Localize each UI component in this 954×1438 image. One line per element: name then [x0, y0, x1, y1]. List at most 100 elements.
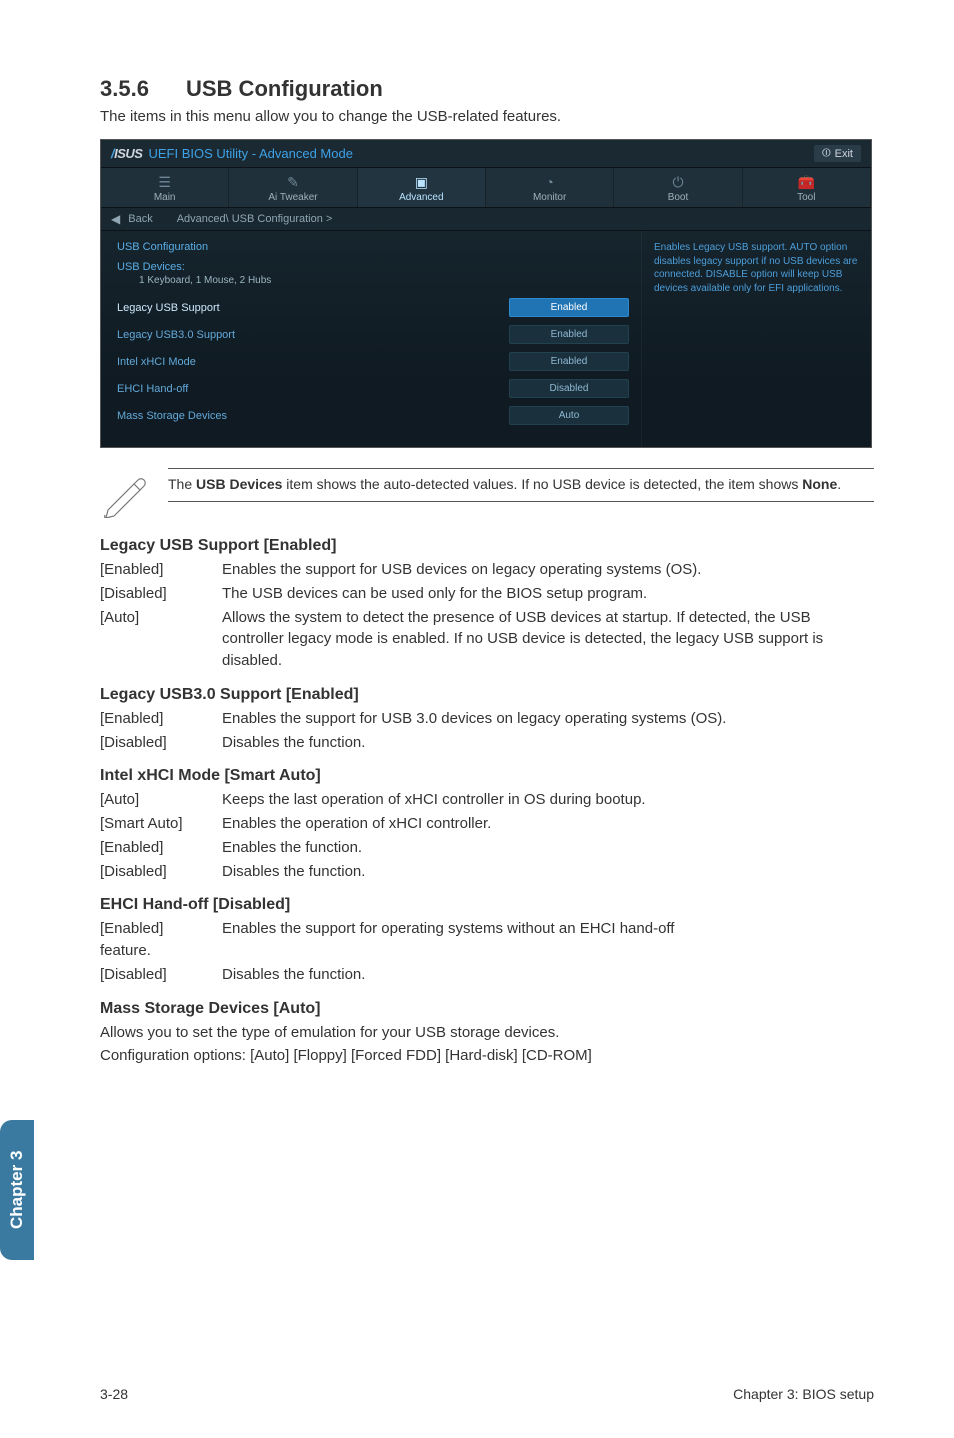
defs-legacy-usb: [Enabled]Enables the support for USB dev… [100, 559, 874, 672]
note-text: The USB Devices item shows the auto-dete… [168, 468, 874, 502]
exit-icon: ⏼ [822, 147, 831, 160]
page-footer: 3-28 Chapter 3: BIOS setup [100, 1386, 874, 1402]
section-intro: The items in this menu allow you to chan… [100, 108, 874, 125]
opt-mass-storage-value[interactable]: Auto [509, 406, 629, 425]
note-mid: item shows the auto-detected values. If … [282, 476, 802, 492]
def-desc: Enables the support for USB 3.0 devices … [222, 708, 874, 730]
def-term: [Enabled] [100, 559, 222, 581]
def-term: [Smart Auto] [100, 813, 222, 835]
bios-screenshot: /ISUS UEFI BIOS Utility - Advanced Mode … [100, 139, 872, 448]
sub-heading-mass-storage: Mass Storage Devices [Auto] [100, 1000, 874, 1018]
tool-icon: 🧰 [743, 174, 870, 192]
sub-heading-ehci: EHCI Hand-off [Disabled] [100, 896, 874, 914]
def-desc: Enables the support for USB devices on l… [222, 559, 874, 581]
note-post: . [837, 476, 841, 492]
defs-legacy-usb3: [Enabled]Enables the support for USB 3.0… [100, 708, 874, 754]
section-heading: 3.5.6USB Configuration [100, 76, 874, 102]
defs-xhci: [Auto]Keeps the last operation of xHCI c… [100, 789, 874, 882]
opt-legacy-usb3-support[interactable]: Legacy USB3.0 Support Enabled [117, 323, 629, 346]
opt-ehci-label: EHCI Hand-off [117, 383, 188, 395]
defs-ehci: [Enabled]feature. Enables the support fo… [100, 918, 874, 985]
tab-tool-label: Tool [797, 192, 815, 203]
opt-xhci-mode[interactable]: Intel xHCI Mode Enabled [117, 350, 629, 373]
opt-legacy-usb-value[interactable]: Enabled [509, 298, 629, 317]
usb-devices-value: 1 Keyboard, 1 Mouse, 2 Hubs [139, 275, 629, 286]
chip-icon: ▣ [358, 174, 485, 192]
breadcrumb-back[interactable]: Back [128, 213, 152, 225]
bios-help-text: Enables Legacy USB support. AUTO option … [654, 242, 857, 294]
opt-mass-storage[interactable]: Mass Storage Devices Auto [117, 404, 629, 427]
pencil-note-icon [100, 468, 150, 523]
note-block: The USB Devices item shows the auto-dete… [100, 468, 874, 523]
tab-main[interactable]: ☰Main [101, 168, 229, 207]
bios-settings-panel: USB Configuration USB Devices: 1 Keyboar… [101, 231, 641, 447]
sub-heading-legacy-usb3: Legacy USB3.0 Support [Enabled] [100, 686, 874, 704]
opt-legacy-usb-support[interactable]: Legacy USB Support Enabled [117, 296, 629, 319]
note-bold1: USB Devices [196, 476, 282, 492]
def-desc: Disables the function. [222, 964, 874, 986]
tab-tool[interactable]: 🧰Tool [743, 168, 871, 207]
opt-mass-storage-label: Mass Storage Devices [117, 410, 227, 422]
bios-title-text: UEFI BIOS Utility - Advanced Mode [148, 146, 352, 161]
breadcrumb: ◀ Back Advanced\ USB Configuration > [101, 208, 871, 231]
mass-storage-body2: Configuration options: [Auto] [Floppy] [… [100, 1045, 874, 1067]
def-desc: Enables the support for operating system… [222, 918, 874, 962]
mass-storage-body1: Allows you to set the type of emulation … [100, 1022, 874, 1044]
tab-monitor-label: Monitor [533, 192, 566, 203]
opt-legacy-usb3-label: Legacy USB3.0 Support [117, 329, 235, 341]
side-tab-chapter: Chapter 3 [0, 1120, 34, 1260]
def-term: [Disabled] [100, 732, 222, 754]
def-desc: Disables the function. [222, 732, 874, 754]
footer-page-number: 3-28 [100, 1386, 128, 1402]
def-term: [Enabled] [100, 708, 222, 730]
sub-heading-legacy-usb: Legacy USB Support [Enabled] [100, 537, 874, 555]
tab-advanced-label: Advanced [399, 192, 443, 203]
note-bold2: None [802, 476, 837, 492]
note-pre: The [168, 476, 196, 492]
def-desc: Keeps the last operation of xHCI control… [222, 789, 874, 811]
opt-legacy-usb-label: Legacy USB Support [117, 302, 220, 314]
breadcrumb-path: Advanced\ USB Configuration > [177, 213, 333, 225]
tab-advanced[interactable]: ▣Advanced [358, 168, 486, 207]
tab-boot-label: Boot [668, 192, 689, 203]
tab-ai-tweaker[interactable]: ✎Ai Tweaker [229, 168, 357, 207]
def-desc: Disables the function. [222, 861, 874, 883]
section-title: USB Configuration [186, 76, 383, 101]
def-desc: Enables the operation of xHCI controller… [222, 813, 874, 835]
wrench-icon: ✎ [229, 174, 356, 192]
def-desc: Enables the function. [222, 837, 874, 859]
def-term: [Auto] [100, 789, 222, 811]
opt-xhci-label: Intel xHCI Mode [117, 356, 196, 368]
tab-ai-tweaker-label: Ai Tweaker [268, 192, 317, 203]
section-number: 3.5.6 [100, 76, 186, 102]
tab-monitor[interactable]: ◔Monitor [486, 168, 614, 207]
def-term: [Disabled] [100, 861, 222, 883]
monitor-icon: ◔ [486, 174, 613, 192]
tab-boot[interactable]: ⏻Boot [614, 168, 742, 207]
def-term: [Enabled]feature. [100, 918, 222, 962]
def-desc: Allows the system to detect the presence… [222, 607, 874, 672]
tab-main-label: Main [154, 192, 176, 203]
usb-devices-label: USB Devices: [117, 261, 629, 273]
cfg-header: USB Configuration [117, 241, 629, 253]
power-icon: ⏻ [614, 174, 741, 192]
back-arrow-icon[interactable]: ◀ [111, 212, 120, 226]
footer-chapter-label: Chapter 3: BIOS setup [733, 1386, 874, 1402]
bios-titlebar: /ISUS UEFI BIOS Utility - Advanced Mode … [101, 140, 871, 168]
bios-tabs: ☰Main ✎Ai Tweaker ▣Advanced ◔Monitor ⏻Bo… [101, 168, 871, 208]
def-term: [Disabled] [100, 964, 222, 986]
exit-button[interactable]: ⏼ Exit [814, 145, 861, 162]
def-term: [Auto] [100, 607, 222, 672]
list-icon: ☰ [101, 174, 228, 192]
bios-help-panel: Enables Legacy USB support. AUTO option … [641, 231, 871, 447]
sub-heading-xhci: Intel xHCI Mode [Smart Auto] [100, 767, 874, 785]
def-term: [Enabled] [100, 837, 222, 859]
opt-legacy-usb3-value[interactable]: Enabled [509, 325, 629, 344]
opt-ehci-value[interactable]: Disabled [509, 379, 629, 398]
def-term: [Disabled] [100, 583, 222, 605]
opt-ehci-handoff[interactable]: EHCI Hand-off Disabled [117, 377, 629, 400]
def-desc: The USB devices can be used only for the… [222, 583, 874, 605]
exit-label: Exit [835, 148, 853, 160]
asus-logo: /ISUS [111, 146, 142, 161]
opt-xhci-value[interactable]: Enabled [509, 352, 629, 371]
